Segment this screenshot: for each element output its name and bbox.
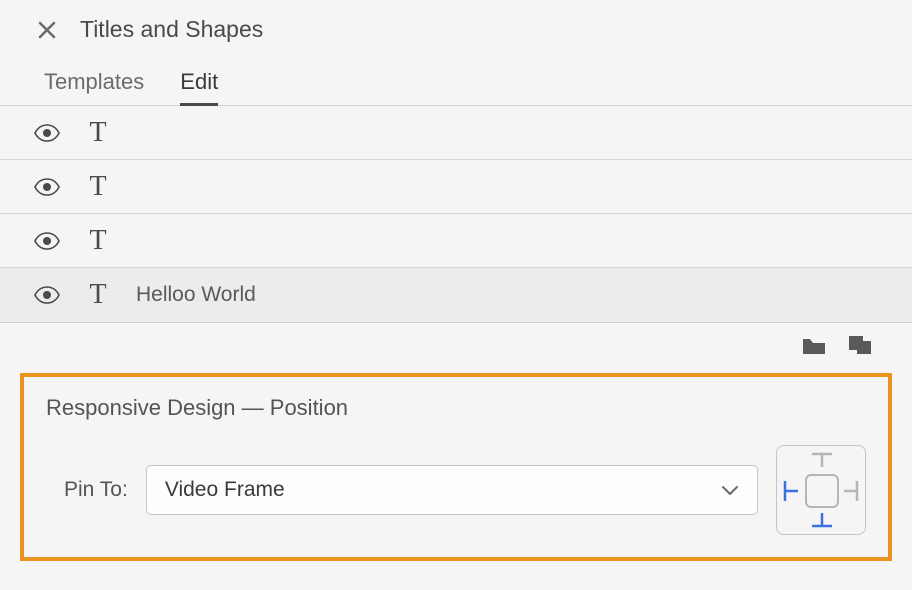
panel-title: Titles and Shapes — [80, 16, 263, 43]
pin-left-toggle[interactable] — [782, 479, 800, 503]
pin-row: Pin To: Video Frame — [46, 445, 866, 535]
titles-shapes-panel: Titles and Shapes Templates Edit T T T — [0, 0, 912, 590]
responsive-design-section: Responsive Design — Position Pin To: Vid… — [20, 373, 892, 561]
tab-edit[interactable]: Edit — [180, 61, 218, 105]
panel-header: Titles and Shapes — [0, 0, 912, 61]
layer-row[interactable]: T — [0, 106, 912, 160]
new-layer-icon[interactable] — [848, 335, 872, 355]
text-layer-icon: T — [78, 227, 118, 255]
chevron-down-icon — [721, 478, 739, 502]
new-group-icon[interactable] — [802, 335, 826, 355]
visibility-eye-icon[interactable] — [34, 286, 60, 304]
pin-diagram — [776, 445, 866, 535]
layer-actions — [0, 323, 912, 365]
pin-to-label: Pin To: — [64, 478, 128, 502]
layer-label: Helloo World — [136, 283, 256, 307]
pin-center-box[interactable] — [805, 474, 839, 508]
visibility-eye-icon[interactable] — [34, 232, 60, 250]
close-icon[interactable] — [34, 17, 60, 43]
pin-bottom-toggle[interactable] — [810, 511, 834, 529]
text-layer-icon: T — [78, 119, 118, 147]
layer-row[interactable]: T — [0, 160, 912, 214]
text-layer-icon: T — [78, 173, 118, 201]
visibility-eye-icon[interactable] — [34, 124, 60, 142]
section-title: Responsive Design — Position — [46, 395, 866, 421]
tabs: Templates Edit — [0, 61, 912, 106]
text-layer-icon: T — [78, 281, 118, 309]
pin-top-toggle[interactable] — [810, 451, 834, 469]
pin-to-value: Video Frame — [165, 478, 285, 502]
visibility-eye-icon[interactable] — [34, 178, 60, 196]
layers-list: T T T T Helloo World — [0, 106, 912, 323]
pin-to-select[interactable]: Video Frame — [146, 465, 758, 515]
layer-row[interactable]: T Helloo World — [0, 268, 912, 322]
tab-templates[interactable]: Templates — [44, 61, 144, 105]
layer-row[interactable]: T — [0, 214, 912, 268]
pin-right-toggle[interactable] — [842, 479, 860, 503]
